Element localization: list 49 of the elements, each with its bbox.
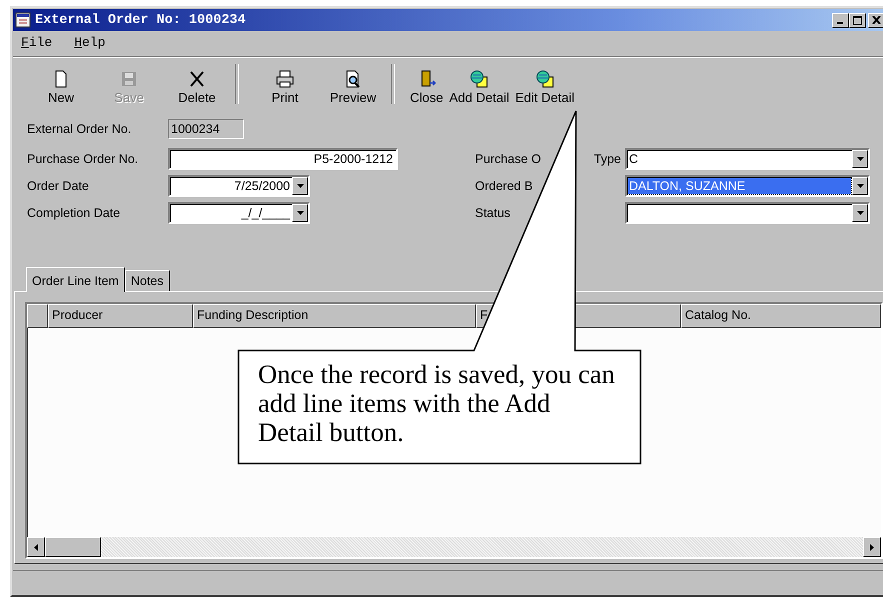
field-label: Purchase O — [475, 152, 542, 166]
toolbar-button[interactable]: Delete — [163, 70, 231, 105]
menu-item[interactable]: Help — [74, 35, 106, 50]
field-label: Status — [475, 206, 510, 220]
field-label: Ordered B — [475, 178, 533, 192]
dropdown-field[interactable]: C — [625, 148, 870, 170]
scroll-left-icon — [34, 544, 38, 550]
field-label: Order Date — [27, 178, 90, 192]
form-icon — [15, 12, 31, 28]
field-label: External Order No. — [27, 122, 132, 136]
column-header[interactable]: Producer — [48, 304, 193, 328]
close-button[interactable] — [868, 12, 883, 28]
toolbar-button[interactable]: Preview — [319, 70, 387, 105]
close-icon — [872, 16, 881, 24]
dropdown-field[interactable] — [625, 202, 870, 224]
printer-icon — [275, 70, 295, 88]
tab[interactable]: Notes — [124, 270, 170, 291]
field-label: Type — [594, 152, 621, 166]
field-label: Purchase Order No. — [27, 152, 140, 166]
callout-text: Once the record is saved, you can add line items with the Add Detail button. — [258, 360, 616, 447]
scroll-right-icon — [870, 544, 874, 550]
dropdown-arrow-icon — [856, 156, 864, 160]
dropdown-arrow-icon — [856, 184, 864, 188]
dropdown-arrow-icon — [296, 210, 304, 214]
globe-document-icon — [534, 70, 555, 88]
dropdown-field[interactable]: DALTON, SUZANNE — [625, 174, 870, 196]
minimize-button[interactable] — [832, 12, 849, 28]
globe-document-icon — [469, 70, 490, 88]
window-title: External Order No: 1000234 — [35, 12, 247, 28]
maximize-button[interactable] — [849, 12, 866, 28]
input-field[interactable]: P5-2000-1212 — [168, 148, 398, 170]
date-field[interactable]: 7/25/2000 — [168, 174, 310, 196]
column-header[interactable]: Funding Description — [193, 304, 476, 328]
toolbar-button[interactable]: New — [27, 70, 95, 105]
maximize-icon — [853, 16, 862, 24]
dropdown-arrow-icon — [856, 210, 864, 214]
toolbar-button[interactable]: Edit Detail — [512, 70, 578, 105]
order-number-field: 1000234 — [168, 119, 244, 139]
date-field[interactable]: _/_/____ — [168, 202, 310, 224]
column-header[interactable]: Catalog No. — [681, 304, 881, 328]
toolbar-button[interactable]: Print — [251, 70, 319, 105]
field-label: Completion Date — [27, 206, 122, 220]
horizontal-scrollbar[interactable] — [27, 537, 881, 557]
toolbar-button[interactable]: Close — [407, 70, 446, 105]
toolbar-button[interactable]: Add Detail — [446, 70, 512, 105]
scrollbar-thumb[interactable] — [45, 537, 101, 557]
dropdown-arrow-icon — [296, 184, 304, 188]
menu-item[interactable]: File — [21, 35, 52, 50]
tab[interactable]: Order Line Item — [26, 267, 125, 292]
